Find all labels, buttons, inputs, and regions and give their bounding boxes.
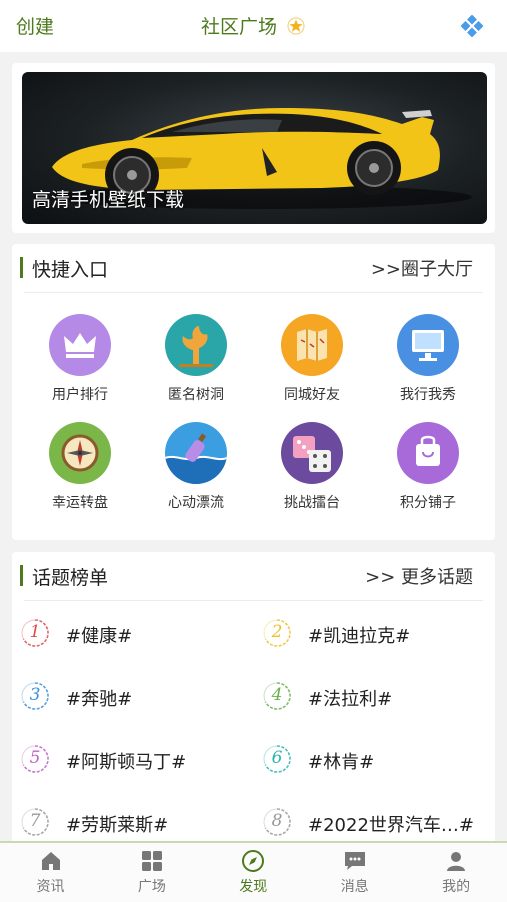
banner-caption: 高清手机壁纸下载 — [32, 189, 185, 211]
topic-label: #健康# — [66, 626, 133, 647]
quick-entry-user-ranking[interactable]: 用户排行 — [22, 314, 138, 404]
tab-label: 发现 — [239, 879, 268, 895]
quick-entry-challenge-arena[interactable]: 挑战擂台 — [254, 422, 370, 512]
topic-rank: 8 — [271, 811, 283, 831]
topic-label: #凯迪拉克# — [308, 626, 411, 647]
quick-entry-label: 用户排行 — [52, 387, 108, 403]
chat-icon — [343, 849, 367, 873]
quick-entry-label: 我行我秀 — [400, 387, 456, 403]
tab-label: 广场 — [137, 879, 166, 895]
topic-item[interactable]: 7 #劳斯莱斯# — [12, 803, 252, 843]
circle-hall-link[interactable]: >>圈子大厅 — [371, 255, 473, 281]
tab-discover[interactable]: 发现 — [203, 849, 304, 896]
topic-label: #林肯# — [308, 752, 375, 773]
topic-rank: 1 — [29, 622, 41, 642]
topic-rank: 6 — [271, 748, 283, 768]
quick-entry-label: 心动漂流 — [168, 495, 224, 511]
rank-badge-icon: 8 — [262, 807, 292, 837]
topic-rank: 5 — [29, 748, 41, 768]
grid-icon — [140, 849, 164, 873]
topic-ranking-header: 话题榜单 >> 更多话题 — [20, 552, 483, 601]
tab-label: 消息 — [340, 879, 369, 895]
quick-entry-label: 幸运转盘 — [52, 495, 108, 511]
rank-badge-icon: 7 — [20, 807, 50, 837]
user-icon — [444, 849, 468, 873]
home-icon — [39, 849, 63, 873]
more-topics-link[interactable]: >> 更多话题 — [365, 563, 473, 589]
topic-label: #奔驰# — [66, 689, 133, 710]
rank-badge-icon: 1 — [20, 618, 50, 648]
topic-rank: 7 — [29, 811, 41, 831]
rank-badge-icon: 6 — [262, 744, 292, 774]
topic-item[interactable]: 3 #奔驰# — [12, 677, 252, 717]
quick-entry-label: 匿名树洞 — [168, 387, 224, 403]
tab-mine[interactable]: 我的 — [406, 849, 507, 896]
bottom-tab-bar: 资讯 广场 发现 消息 我的 — [0, 841, 507, 902]
tab-square[interactable]: 广场 — [101, 849, 202, 896]
topic-item[interactable]: 6 #林肯# — [254, 740, 494, 780]
quick-entry-drift-bottle[interactable]: 心动漂流 — [138, 422, 254, 512]
topic-item[interactable]: 8 #2022世界汽车…# — [254, 803, 494, 843]
bottle-icon — [165, 422, 227, 484]
topic-item[interactable]: 1 #健康# — [12, 614, 252, 654]
top-header: 创建 社区广场 — [0, 0, 507, 52]
tree-icon — [165, 314, 227, 376]
quick-entry-points-shop[interactable]: 积分铺子 — [370, 422, 486, 512]
quick-entry-title: 快捷入口 — [32, 259, 109, 281]
topic-ranking-panel: 话题榜单 >> 更多话题 1 #健康# 2 #凯迪拉克# 3 #奔驰# 4 #法拉利# 5 #阿斯… — [12, 552, 495, 844]
quick-entry-label: 同城好友 — [284, 387, 340, 403]
topic-item[interactable]: 5 #阿斯顿马丁# — [12, 740, 252, 780]
star-icon — [287, 17, 305, 35]
section-accent-bar — [20, 565, 23, 586]
quick-entry-local-friends[interactable]: 同城好友 — [254, 314, 370, 404]
page-title: 社区广场 — [0, 12, 507, 39]
rank-badge-icon: 2 — [262, 618, 292, 648]
compass-icon — [49, 422, 111, 484]
quick-entry-header: 快捷入口 >>圈子大厅 — [20, 244, 483, 293]
crown-icon — [49, 314, 111, 376]
tab-label: 资讯 — [36, 879, 65, 895]
quick-entry-label: 积分铺子 — [400, 495, 456, 511]
topic-label: #阿斯顿马丁# — [66, 752, 187, 773]
topic-rank: 3 — [29, 685, 41, 705]
section-accent-bar — [20, 257, 23, 278]
tab-messages[interactable]: 消息 — [304, 849, 405, 896]
tab-news[interactable]: 资讯 — [0, 849, 101, 896]
tab-label: 我的 — [442, 879, 471, 895]
dice-icon — [281, 422, 343, 484]
compass-icon — [241, 849, 265, 873]
banner-card: 高清手机壁纸下载 — [12, 63, 495, 233]
quick-entry-label: 挑战擂台 — [284, 495, 340, 511]
topic-rank: 2 — [271, 622, 283, 642]
page-title-text: 社区广场 — [200, 16, 277, 38]
topic-ranking-title: 话题榜单 — [32, 567, 109, 589]
banner-image[interactable]: 高清手机壁纸下载 — [22, 72, 487, 224]
map-icon — [281, 314, 343, 376]
topic-item[interactable]: 2 #凯迪拉克# — [254, 614, 494, 654]
rank-badge-icon: 4 — [262, 681, 292, 711]
topic-label: #劳斯莱斯# — [66, 815, 169, 836]
diamond-grid-icon[interactable] — [461, 15, 483, 37]
topic-rank: 4 — [271, 685, 283, 705]
quick-entry-show[interactable]: 我行我秀 — [370, 314, 486, 404]
topic-label: #2022世界汽车…# — [308, 815, 474, 836]
quick-entry-tree-hole[interactable]: 匿名树洞 — [138, 314, 254, 404]
rank-badge-icon: 5 — [20, 744, 50, 774]
monitor-icon — [397, 314, 459, 376]
quick-entry-panel: 快捷入口 >>圈子大厅 用户排行 匿名树洞 同城好友 我行我秀 幸运转盘 心动漂… — [12, 244, 495, 540]
shopping-bag-icon — [397, 422, 459, 484]
rank-badge-icon: 3 — [20, 681, 50, 711]
quick-entry-lucky-wheel[interactable]: 幸运转盘 — [22, 422, 138, 512]
topic-label: #法拉利# — [308, 689, 393, 710]
topic-item[interactable]: 4 #法拉利# — [254, 677, 494, 717]
